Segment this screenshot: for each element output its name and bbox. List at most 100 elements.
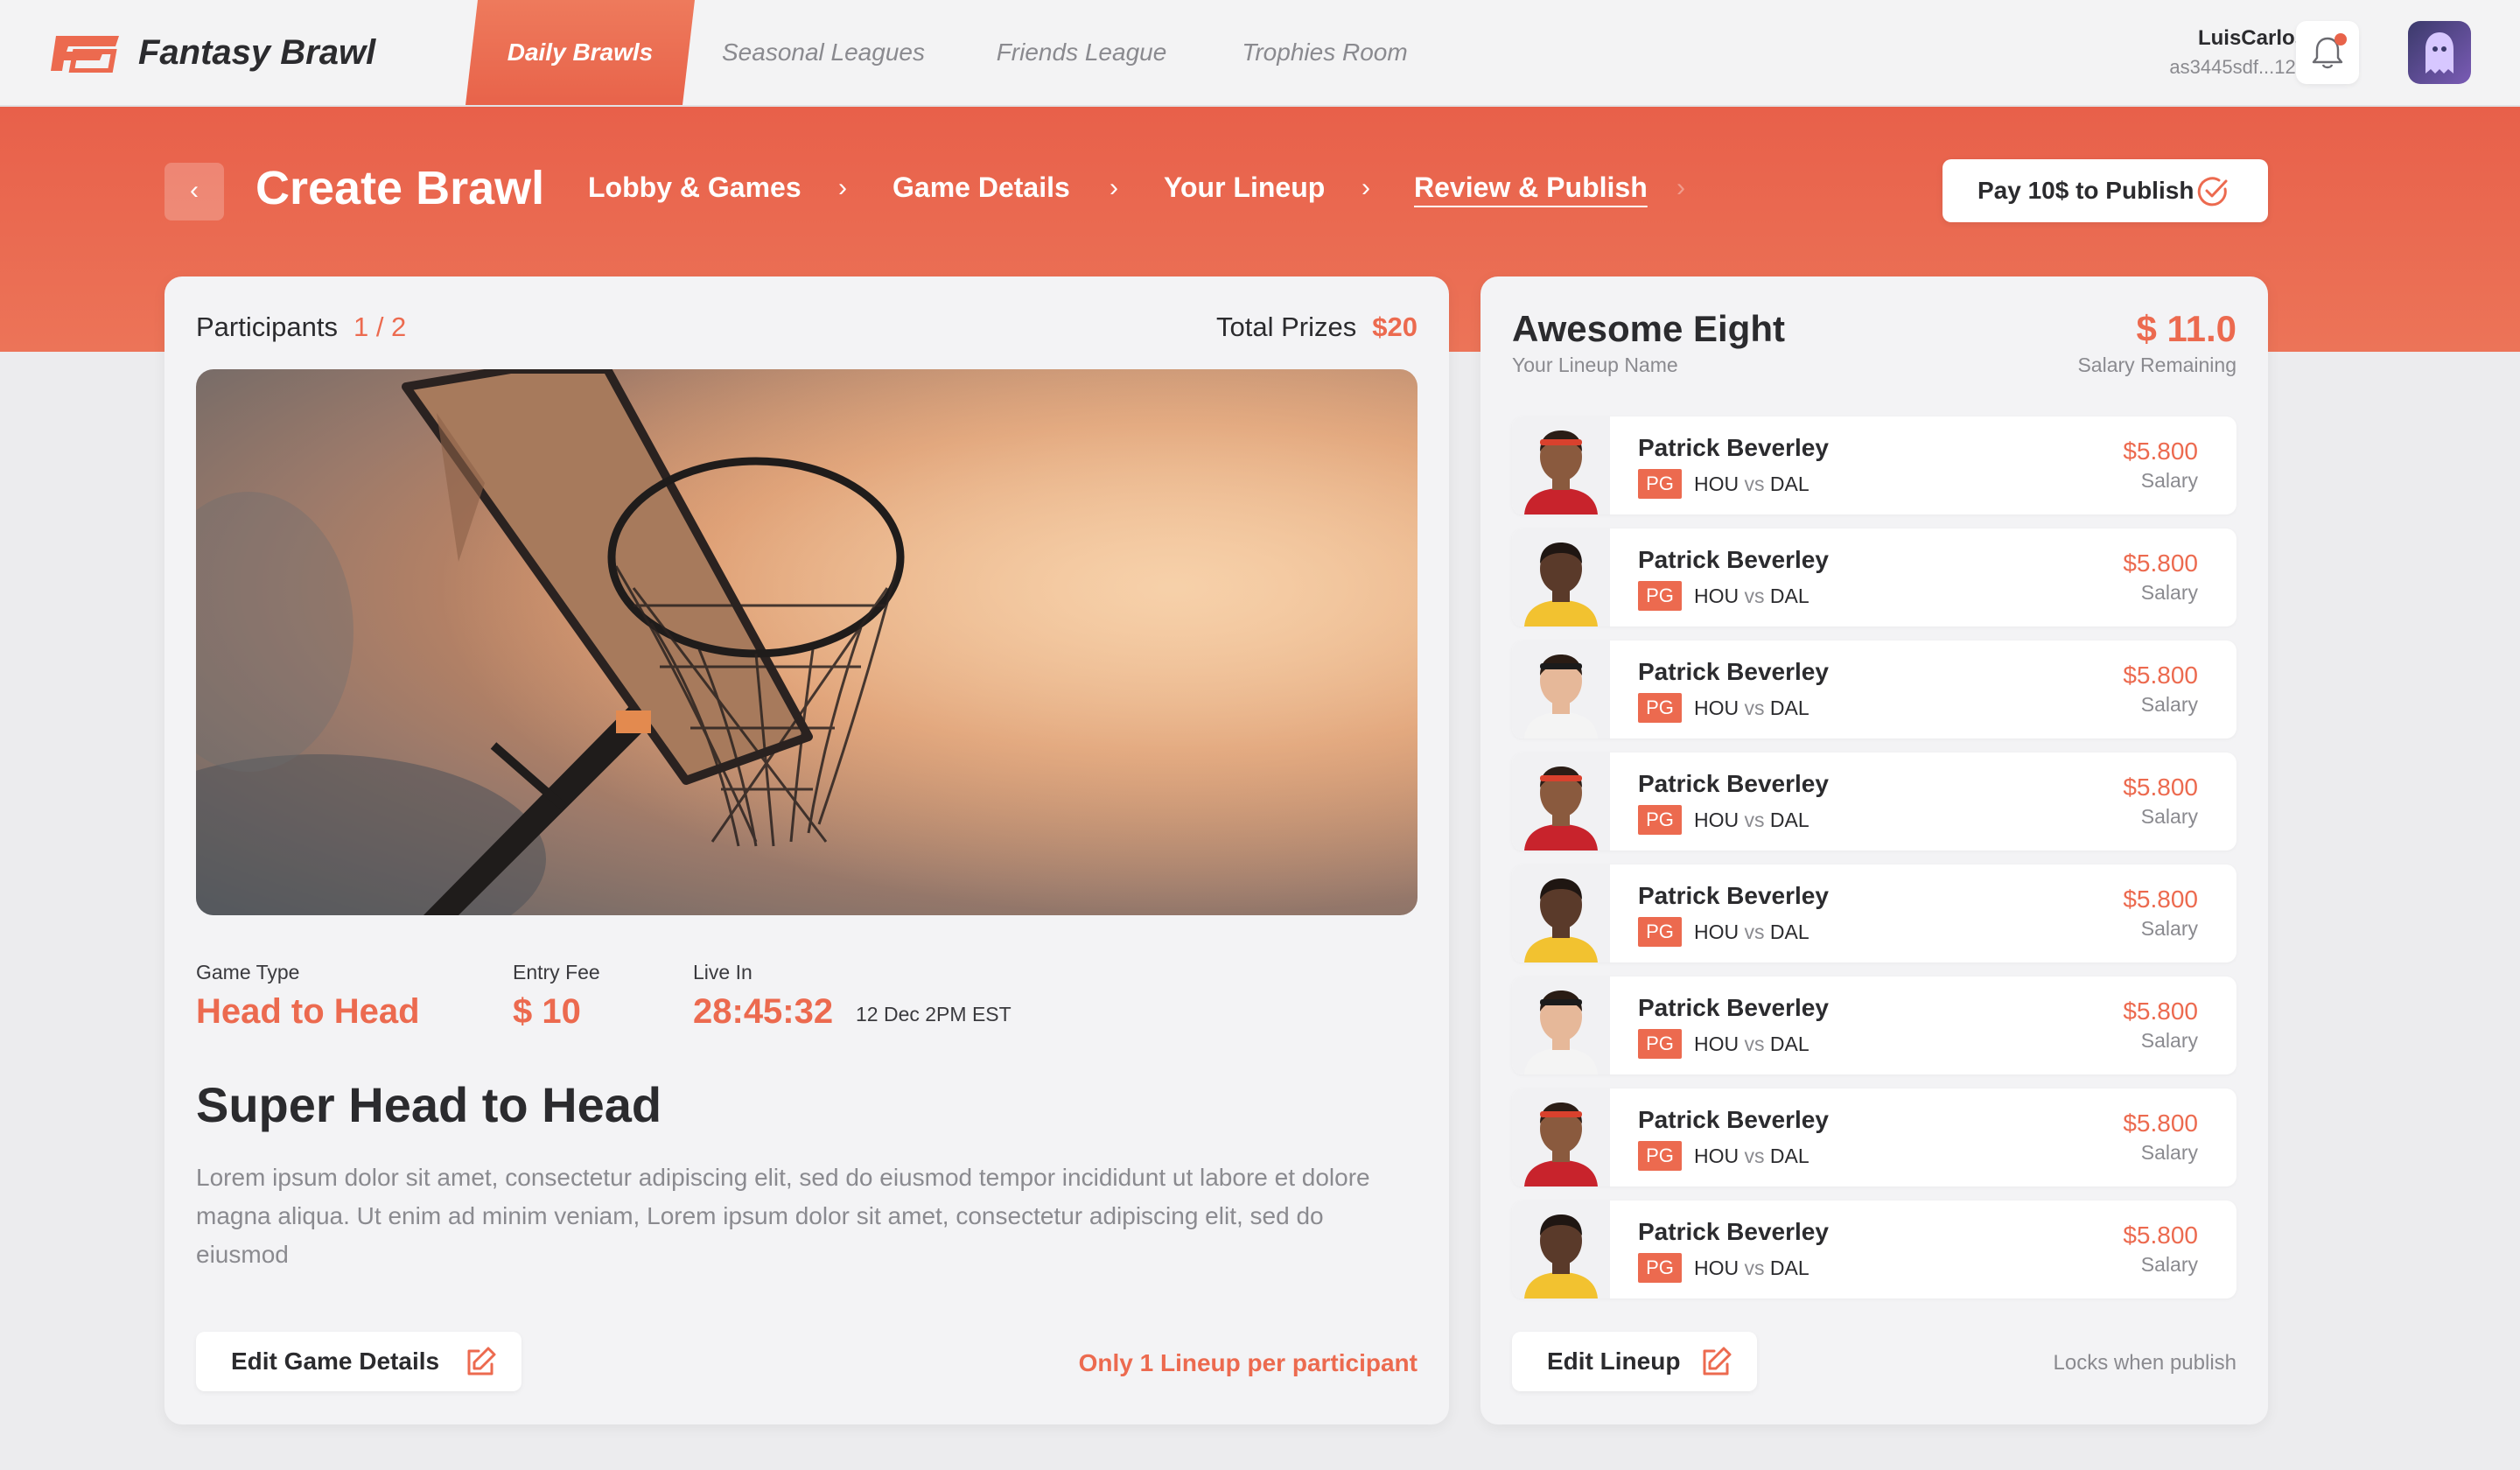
tab-daily-brawls[interactable]: Daily Brawls <box>466 0 695 105</box>
edit-lineup-button[interactable]: Edit Lineup <box>1512 1332 1757 1391</box>
home-team: HOU <box>1694 920 1745 943</box>
home-team: HOU <box>1694 472 1745 495</box>
step-lobby-games[interactable]: Lobby & Games <box>588 172 802 204</box>
step-review-publish[interactable]: Review & Publish <box>1414 172 1648 204</box>
vs-label: vs <box>1744 696 1765 719</box>
position-badge: PG <box>1638 1029 1682 1059</box>
edit-game-details-label: Edit Game Details <box>231 1348 440 1375</box>
player-headshot <box>1512 1088 1610 1186</box>
home-team: HOU <box>1694 696 1745 719</box>
chevron-right-icon: › <box>838 173 847 202</box>
vs-label: vs <box>1744 1144 1765 1167</box>
check-circle-icon <box>2197 177 2228 206</box>
position-badge: PG <box>1638 693 1682 723</box>
back-button[interactable]: ‹ <box>164 163 224 220</box>
player-salary: $5.800 <box>2123 662 2198 689</box>
player-salary-label: Salary <box>2140 693 2198 716</box>
player-headshot <box>1512 528 1610 626</box>
player-salary-label: Salary <box>2140 1253 2198 1276</box>
user-name: LuisCarlos <box>2197 26 2306 50</box>
vs-label: vs <box>1744 584 1765 607</box>
game-type-label: Game Type <box>196 961 300 984</box>
pay-to-publish-button[interactable]: Pay 10$ to Publish <box>1942 159 2268 222</box>
player-name: Patrick Beverley <box>1638 1218 1829 1245</box>
step-game-details[interactable]: Game Details <box>892 172 1070 204</box>
player-matchup: HOU vs DAL <box>1694 584 1810 608</box>
player-salary-label: Salary <box>2140 1141 2198 1164</box>
tab-seasonal-leagues[interactable]: Seasonal Leagues <box>709 0 938 105</box>
position-badge: PG <box>1638 469 1682 499</box>
away-team: DAL <box>1764 1256 1810 1279</box>
lineup-card: Awesome Eight Your Lineup Name $ 11.0 Sa… <box>1480 276 2268 1424</box>
total-prizes-value: $20 <box>1372 312 1418 342</box>
player-row[interactable]: Patrick Beverley PG HOU vs DAL $5.800 Salary <box>1512 1088 2236 1186</box>
live-in-label: Live In <box>693 961 752 984</box>
top-navigation-bar: Fantasy Brawl Daily Brawls Seasonal Leag… <box>0 0 2520 107</box>
player-name: Patrick Beverley <box>1638 994 1829 1021</box>
position-badge: PG <box>1638 581 1682 611</box>
notifications-button[interactable] <box>2296 21 2359 84</box>
total-prizes: Total Prizes $20 <box>1216 312 1418 343</box>
player-salary-label: Salary <box>2140 469 2198 492</box>
brand[interactable]: Fantasy Brawl <box>49 33 375 74</box>
player-salary-label: Salary <box>2140 805 2198 828</box>
participants-label: Participants <box>196 312 338 342</box>
step-your-lineup[interactable]: Your Lineup <box>1164 172 1325 204</box>
edit-icon <box>1703 1347 1732 1376</box>
away-team: DAL <box>1764 808 1810 831</box>
lineup-name: Awesome Eight <box>1512 308 1785 349</box>
player-salary-label: Salary <box>2140 917 2198 940</box>
player-row[interactable]: Patrick Beverley PG HOU vs DAL $5.800 Salary <box>1512 864 2236 962</box>
player-name: Patrick Beverley <box>1638 658 1829 685</box>
player-name: Patrick Beverley <box>1638 546 1829 573</box>
live-in-countdown: 28:45:32 <box>693 992 834 1031</box>
home-team: HOU <box>1694 808 1745 831</box>
player-salary: $5.800 <box>2123 774 2198 801</box>
tab-friends-league[interactable]: Friends League <box>971 0 1192 105</box>
edit-lineup-label: Edit Lineup <box>1547 1348 1681 1375</box>
game-description: Lorem ipsum dolor sit amet, consectetur … <box>196 1164 1370 1268</box>
home-team: HOU <box>1694 1144 1745 1167</box>
away-team: DAL <box>1764 1144 1810 1167</box>
edit-game-details-button[interactable]: Edit Game Details <box>196 1332 522 1391</box>
player-headshot <box>1512 864 1610 962</box>
position-badge: PG <box>1638 1141 1682 1171</box>
away-team: DAL <box>1764 1032 1810 1055</box>
player-row[interactable]: Patrick Beverley PG HOU vs DAL $5.800 Salary <box>1512 528 2236 626</box>
user-avatar[interactable] <box>2408 21 2471 84</box>
player-name: Patrick Beverley <box>1638 770 1829 797</box>
player-row[interactable]: Patrick Beverley PG HOU vs DAL $5.800 Salary <box>1512 1200 2236 1298</box>
player-headshot <box>1512 416 1610 514</box>
player-row[interactable]: Patrick Beverley PG HOU vs DAL $5.800 Salary <box>1512 640 2236 738</box>
away-team: DAL <box>1764 472 1810 495</box>
player-salary: $5.800 <box>2123 998 2198 1025</box>
user-info[interactable]: LuisCarlos as3445sdf...123 <box>2169 26 2306 79</box>
player-row[interactable]: Patrick Beverley PG HOU vs DAL $5.800 Salary <box>1512 976 2236 1074</box>
game-type-value: Head to Head <box>196 992 420 1031</box>
position-badge: PG <box>1638 805 1682 835</box>
tab-trophies-room[interactable]: Trophies Room <box>1220 0 1430 105</box>
player-salary: $5.800 <box>2123 886 2198 913</box>
player-matchup: HOU vs DAL <box>1694 1256 1810 1280</box>
player-salary: $5.800 <box>2123 550 2198 577</box>
player-name: Patrick Beverley <box>1638 1106 1829 1133</box>
player-row[interactable]: Patrick Beverley PG HOU vs DAL $5.800 Salary <box>1512 752 2236 850</box>
vs-label: vs <box>1744 1256 1765 1279</box>
player-matchup: HOU vs DAL <box>1694 920 1810 944</box>
player-salary: $5.800 <box>2123 1110 2198 1137</box>
participants-count: 1 / 2 <box>353 312 407 342</box>
entry-fee-label: Entry Fee <box>513 961 600 984</box>
brand-logo-icon <box>49 34 121 74</box>
position-badge: PG <box>1638 1253 1682 1283</box>
game-title: Super Head to Head <box>196 1077 662 1132</box>
player-row[interactable]: Patrick Beverley PG HOU vs DAL $5.800 Salary <box>1512 416 2236 514</box>
total-prizes-label: Total Prizes <box>1216 312 1357 342</box>
position-badge: PG <box>1638 917 1682 947</box>
salary-remaining-label: Salary Remaining <box>2077 354 2236 376</box>
pay-button-label: Pay 10$ to Publish <box>1978 177 2194 204</box>
player-matchup: HOU vs DAL <box>1694 1032 1810 1056</box>
player-matchup: HOU vs DAL <box>1694 1144 1810 1168</box>
lineup-name-label: Your Lineup Name <box>1512 354 1678 376</box>
away-team: DAL <box>1764 696 1810 719</box>
away-team: DAL <box>1764 584 1810 607</box>
